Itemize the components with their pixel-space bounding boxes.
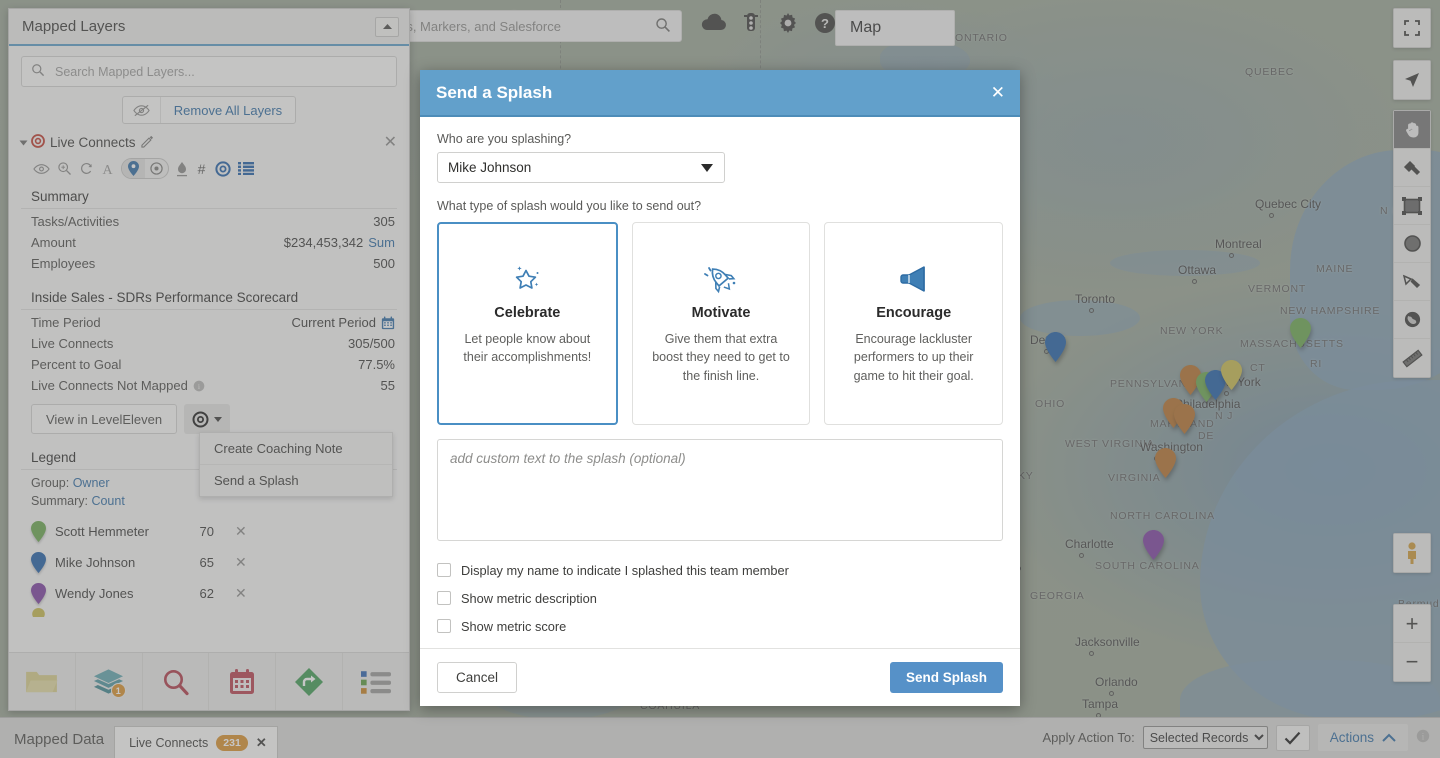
- checkbox-box[interactable]: [437, 563, 451, 577]
- checkbox-row-1[interactable]: Show metric description: [437, 584, 1003, 612]
- splash-card-description: Let people know about their accomplishme…: [463, 332, 592, 365]
- rocket-icon: [703, 259, 739, 299]
- custom-text-input[interactable]: [437, 439, 1003, 541]
- star-sparkle-icon: [510, 259, 544, 299]
- dialog-header: Send a Splash ✕: [420, 70, 1020, 117]
- checkbox-box[interactable]: [437, 591, 451, 605]
- who-select-wrapper: Mike Johnson: [437, 152, 725, 183]
- splash-card-motivate[interactable]: Motivate Give them that extra boost they …: [631, 222, 811, 425]
- splash-type-cards: Celebrate Let people know about their acc…: [437, 222, 1004, 425]
- send-splash-label: Send Splash: [905, 670, 987, 685]
- app-root: SaskatoonONTARIOQUEBECQuebec CityN BRUNM…: [0, 0, 1440, 758]
- option-checkboxes: Display my name to indicate I splashed t…: [437, 556, 1003, 640]
- checkbox-box[interactable]: [437, 619, 451, 633]
- close-icon[interactable]: ✕: [991, 84, 1005, 101]
- splash-card-celebrate[interactable]: Celebrate Let people know about their acc…: [437, 222, 618, 425]
- checkbox-label: Show metric score: [461, 618, 567, 634]
- megaphone-icon: [898, 259, 930, 299]
- dialog-footer: Cancel Send Splash: [420, 648, 1020, 706]
- splash-card-title: Celebrate: [494, 305, 561, 321]
- splash-card-description: Give them that extra boost they need to …: [652, 332, 790, 383]
- checkbox-row-0[interactable]: Display my name to indicate I splashed t…: [437, 556, 1003, 584]
- send-splash-button[interactable]: Send Splash: [889, 662, 1003, 693]
- checkbox-label: Show metric description: [461, 590, 597, 606]
- who-label: Who are you splashing?: [437, 132, 572, 146]
- cancel-button[interactable]: Cancel: [437, 662, 518, 693]
- who-select-value: Mike Johnson: [448, 160, 532, 175]
- checkbox-label: Display my name to indicate I splashed t…: [461, 562, 789, 578]
- splash-card-description: Encourage lackluster performers to up th…: [853, 332, 974, 383]
- checkbox-row-2[interactable]: Show metric score: [437, 612, 1003, 640]
- dialog-body: Who are you splashing? Mike Johnson What…: [420, 117, 1020, 648]
- splash-card-title: Motivate: [691, 305, 751, 321]
- send-splash-dialog: Send a Splash ✕ Who are you splashing? M…: [420, 70, 1020, 706]
- cancel-label: Cancel: [456, 670, 499, 685]
- who-select[interactable]: Mike Johnson: [437, 152, 725, 183]
- splash-card-title: Encourage: [876, 305, 952, 321]
- splash-type-label: What type of splash would you like to se…: [437, 199, 702, 213]
- chevron-down-icon[interactable]: [701, 164, 713, 172]
- dialog-title: Send a Splash: [436, 82, 553, 102]
- splash-card-encourage[interactable]: Encourage Encourage lackluster performers…: [824, 222, 1004, 425]
